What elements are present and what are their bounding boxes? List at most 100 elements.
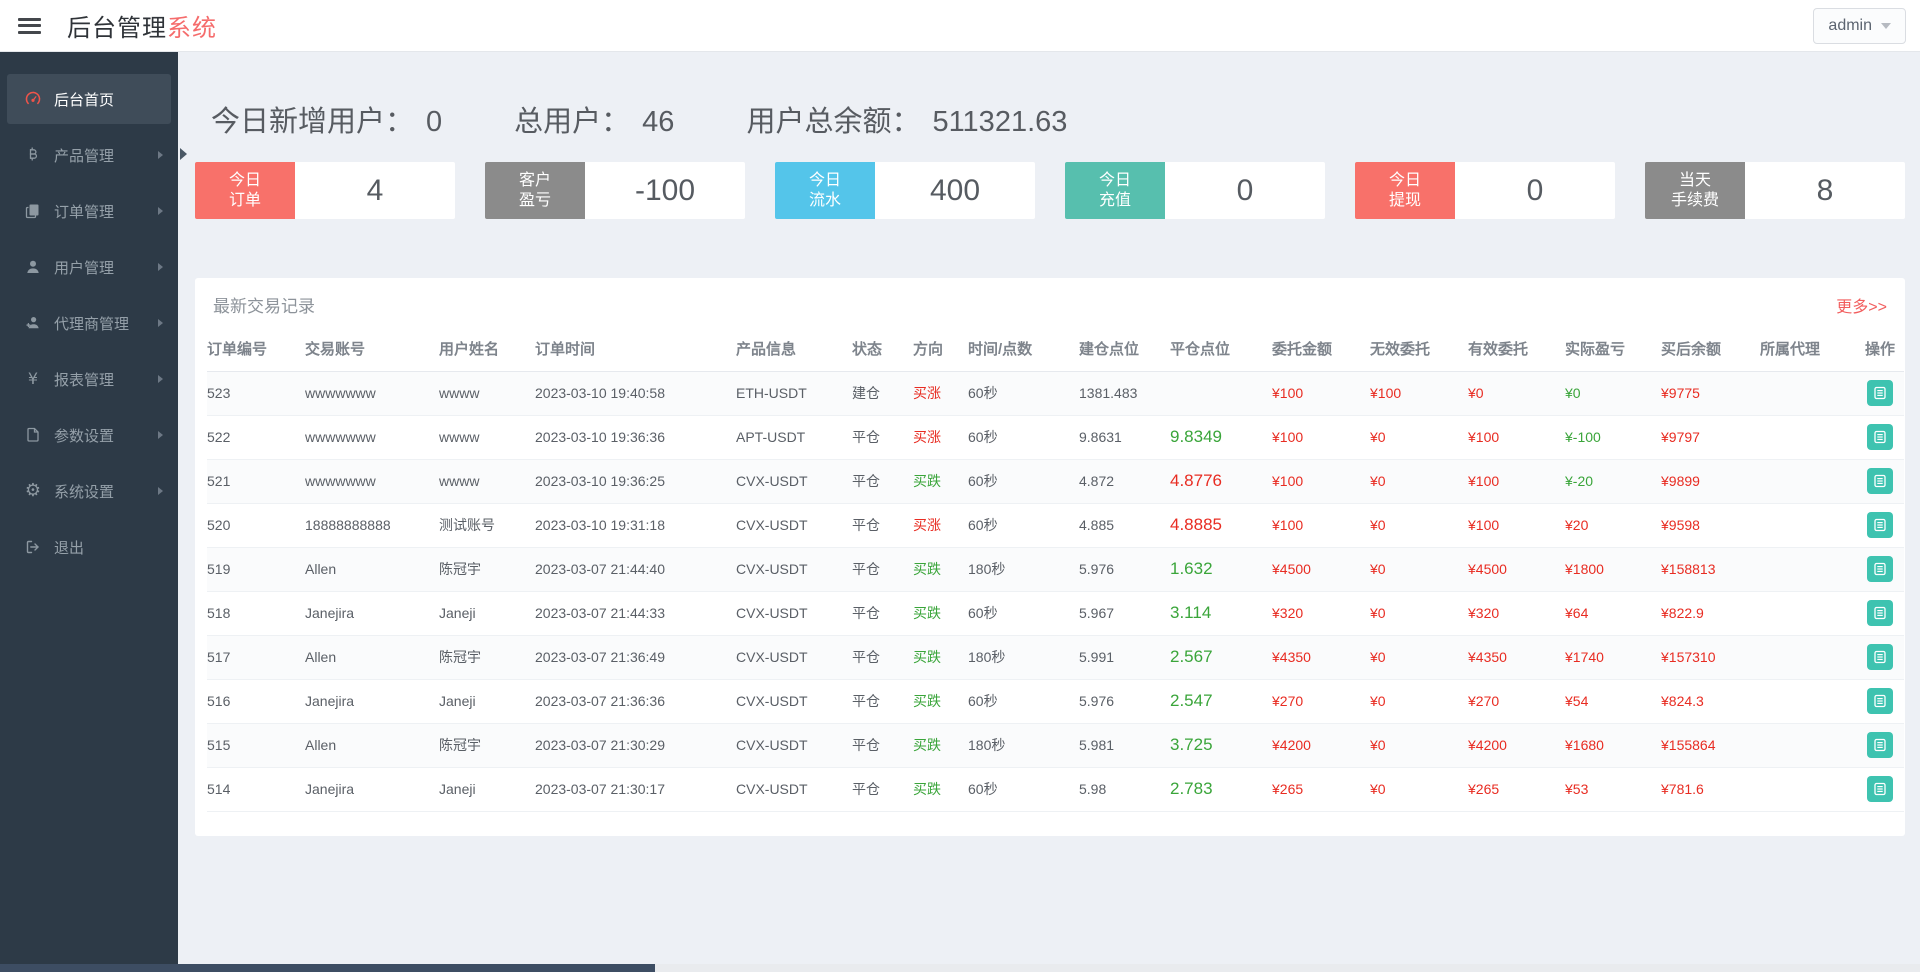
sidebar-item-users[interactable]: 用户管理 xyxy=(7,242,171,292)
cell-order_id: 518 xyxy=(207,591,305,635)
sidebar-item-label: 后台首页 xyxy=(54,89,114,110)
sidebar-item-label: 代理商管理 xyxy=(54,313,129,334)
card-today-fees: 当天手续费 8 xyxy=(1645,162,1905,219)
cell-amount: ¥265 xyxy=(1272,767,1370,811)
cell-profit: ¥20 xyxy=(1565,503,1661,547)
more-link[interactable]: 更多>> xyxy=(1836,293,1887,317)
sidebar-item-reports[interactable]: ¥ 报表管理 xyxy=(7,354,171,404)
logout-icon xyxy=(23,537,43,557)
yen-icon: ¥ xyxy=(23,369,43,389)
sidebar-item-home[interactable]: 后台首页 xyxy=(7,74,171,124)
hamburger-menu-icon[interactable] xyxy=(18,14,41,37)
scrollbar-thumb[interactable] xyxy=(0,964,655,972)
cell-time: 2023-03-07 21:44:33 xyxy=(535,591,736,635)
list-icon xyxy=(1873,562,1887,576)
cell-open_price: 4.885 xyxy=(1079,503,1170,547)
cell-product: CVX-USDT xyxy=(736,591,852,635)
sidebar-collapse-handle[interactable] xyxy=(180,148,187,160)
order-detail-button[interactable] xyxy=(1867,468,1893,494)
cell-duration: 60秒 xyxy=(968,767,1079,811)
cell-amount: ¥100 xyxy=(1272,415,1370,459)
cell-balance: ¥9598 xyxy=(1661,503,1760,547)
table-row: 516JanejiraJaneji2023-03-07 21:36:36CVX-… xyxy=(207,679,1904,723)
order-detail-button[interactable] xyxy=(1867,644,1893,670)
sidebar-item-system-settings[interactable]: ⚙ 系统设置 xyxy=(7,466,171,516)
stat-label: 今日新增用户： xyxy=(211,98,414,140)
card-label: 今日充值 xyxy=(1065,162,1165,219)
cell-duration: 180秒 xyxy=(968,635,1079,679)
card-label: 今日流水 xyxy=(775,162,875,219)
horizontal-scrollbar[interactable] xyxy=(0,964,1920,972)
cell-open_price: 5.98 xyxy=(1079,767,1170,811)
sidebar-item-agents[interactable]: 代理商管理 xyxy=(7,298,171,348)
order-detail-button[interactable] xyxy=(1867,512,1893,538)
cell-profit: ¥-20 xyxy=(1565,459,1661,503)
card-today-withdrawals: 今日提现 0 xyxy=(1355,162,1615,219)
cell-close_price xyxy=(1170,371,1272,415)
cell-direction: 买跌 xyxy=(913,591,968,635)
cell-agent xyxy=(1760,679,1856,723)
cell-product: CVX-USDT xyxy=(736,459,852,503)
cell-balance: ¥822.9 xyxy=(1661,591,1760,635)
cell-account: wwwwwww xyxy=(305,459,439,503)
sidebar-item-parameters[interactable]: 参数设置 xyxy=(7,410,171,460)
cell-close_price: 4.8885 xyxy=(1170,503,1272,547)
list-icon xyxy=(1873,782,1887,796)
cell-balance: ¥157310 xyxy=(1661,635,1760,679)
cell-profit: ¥1680 xyxy=(1565,723,1661,767)
order-detail-button[interactable] xyxy=(1867,380,1893,406)
cell-name: 陈冠宇 xyxy=(439,635,535,679)
admin-user-dropdown[interactable]: admin xyxy=(1813,8,1906,44)
card-label: 今日提现 xyxy=(1355,162,1455,219)
cell-close_price: 2.567 xyxy=(1170,635,1272,679)
cell-agent xyxy=(1760,635,1856,679)
cell-op xyxy=(1856,679,1904,723)
order-detail-button[interactable] xyxy=(1867,776,1893,802)
cell-valid: ¥4200 xyxy=(1468,723,1565,767)
dashboard-icon xyxy=(23,89,43,109)
order-detail-button[interactable] xyxy=(1867,688,1893,714)
sidebar-item-logout[interactable]: 退出 xyxy=(7,522,171,572)
order-detail-button[interactable] xyxy=(1867,732,1893,758)
cell-close_price: 4.8776 xyxy=(1170,459,1272,503)
panel-title: 最新交易记录 xyxy=(213,292,315,317)
cell-open_price: 1381.483 xyxy=(1079,371,1170,415)
sidebar-item-orders[interactable]: 订单管理 xyxy=(7,186,171,236)
cell-duration: 180秒 xyxy=(968,723,1079,767)
cell-product: CVX-USDT xyxy=(736,679,852,723)
card-value: 8 xyxy=(1745,162,1905,219)
card-label: 今日订单 xyxy=(195,162,295,219)
cell-account: Janejira xyxy=(305,679,439,723)
order-detail-button[interactable] xyxy=(1867,424,1893,450)
order-detail-button[interactable] xyxy=(1867,556,1893,582)
cell-invalid: ¥0 xyxy=(1370,723,1468,767)
sidebar-item-products[interactable]: 产品管理 xyxy=(7,130,171,180)
cell-direction: 买跌 xyxy=(913,547,968,591)
cell-close_price: 3.725 xyxy=(1170,723,1272,767)
cell-invalid: ¥0 xyxy=(1370,635,1468,679)
cell-order_id: 517 xyxy=(207,635,305,679)
cell-valid: ¥0 xyxy=(1468,371,1565,415)
column-header-order_id: 订单编号 xyxy=(207,327,305,371)
panel-header: 最新交易记录 更多>> xyxy=(207,292,1893,317)
table-row: 515Allen陈冠宇2023-03-07 21:30:29CVX-USDT平仓… xyxy=(207,723,1904,767)
chevron-right-icon xyxy=(158,151,163,159)
cell-invalid: ¥0 xyxy=(1370,679,1468,723)
gear-icon: ⚙ xyxy=(23,481,43,501)
cell-account: wwwwwww xyxy=(305,415,439,459)
cell-invalid: ¥0 xyxy=(1370,591,1468,635)
cell-agent xyxy=(1760,415,1856,459)
column-header-product: 产品信息 xyxy=(736,327,852,371)
order-detail-button[interactable] xyxy=(1867,600,1893,626)
cell-op xyxy=(1856,415,1904,459)
sidebar-item-label: 参数设置 xyxy=(54,425,114,446)
cell-order_id: 521 xyxy=(207,459,305,503)
caret-down-icon xyxy=(1881,23,1891,29)
card-today-turnover: 今日流水 400 xyxy=(775,162,1035,219)
cell-status: 平仓 xyxy=(852,635,913,679)
table-row: 523wwwwwwwwwww2023-03-10 19:40:58ETH-USD… xyxy=(207,371,1904,415)
cell-name: wwww xyxy=(439,459,535,503)
list-icon xyxy=(1873,430,1887,444)
cell-status: 平仓 xyxy=(852,415,913,459)
stat-total-balance: 用户总余额： 511321.63 xyxy=(746,98,1067,140)
